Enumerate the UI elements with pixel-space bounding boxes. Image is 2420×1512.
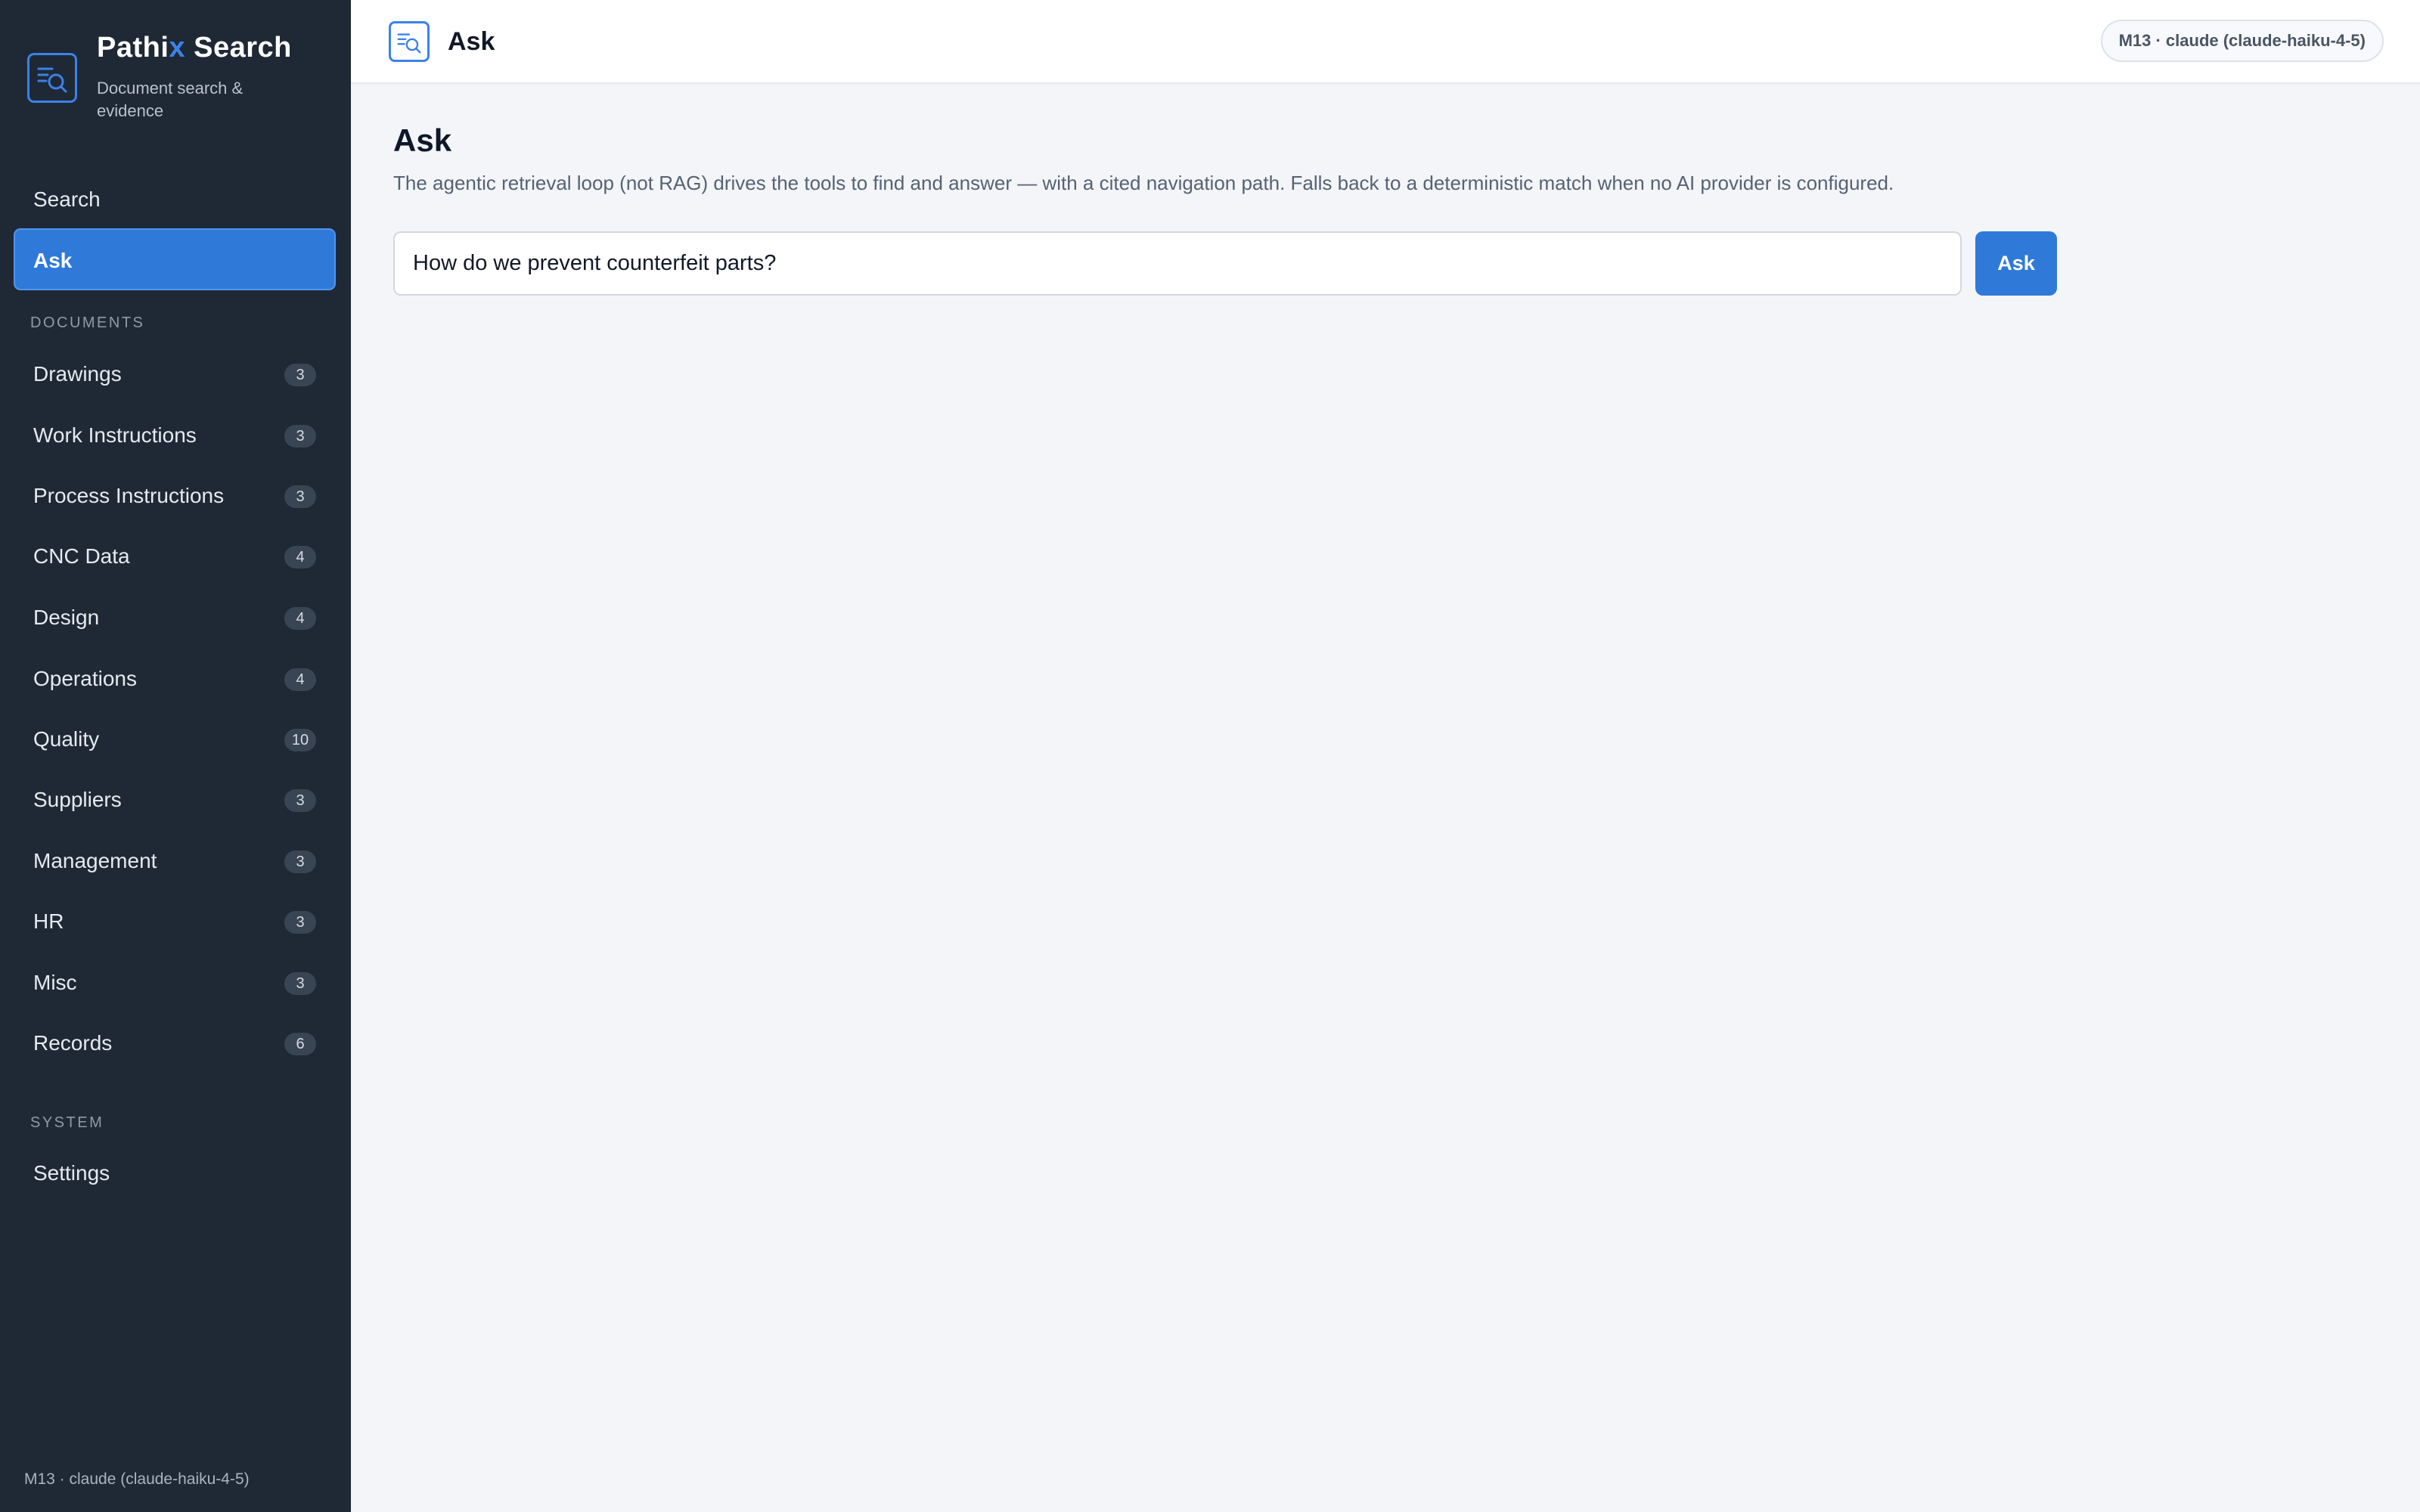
- ask-input[interactable]: [393, 231, 1962, 296]
- sidebar-item-label: Management: [33, 849, 157, 872]
- count-badge: 3: [284, 425, 316, 448]
- sidebar-item-drawings[interactable]: Drawings 3: [14, 343, 336, 405]
- sidebar-item-label: Quality: [33, 727, 100, 751]
- sidebar-item-label: Settings: [33, 1161, 110, 1185]
- count-badge: 3: [284, 911, 316, 934]
- sidebar-item-suppliers[interactable]: Suppliers 3: [14, 769, 336, 831]
- app-title-main: Pathi: [97, 32, 169, 64]
- sidebar-item-ask[interactable]: Ask: [14, 228, 336, 290]
- sidebar-item-cnc-data[interactable]: CNC Data 4: [14, 525, 336, 587]
- sidebar-item-label: CNC Data: [33, 544, 130, 568]
- count-badge: 3: [284, 972, 316, 995]
- count-badge: 3: [284, 364, 316, 386]
- app-title: Pathix Search: [97, 32, 292, 64]
- sidebar-item-records[interactable]: Records 6: [14, 1012, 336, 1074]
- sidebar-item-label: Suppliers: [33, 788, 122, 811]
- sidebar-item-hr[interactable]: HR 3: [14, 891, 336, 953]
- ask-button[interactable]: Ask: [1975, 231, 2057, 296]
- count-badge: 3: [284, 789, 316, 812]
- count-badge: 3: [284, 850, 316, 873]
- sidebar-item-label: Misc: [33, 971, 77, 994]
- sidebar-item-label: Operations: [33, 667, 137, 690]
- sidebar-item-label: Process Instructions: [33, 484, 225, 507]
- app-subtitle: Document search & evidence: [97, 79, 244, 120]
- sidebar-item-label: Search: [33, 187, 101, 211]
- sidebar-item-label: Drawings: [33, 362, 122, 386]
- sidebar-item-settings[interactable]: Settings: [14, 1142, 336, 1204]
- topbar-title: Ask: [448, 27, 495, 56]
- count-badge: 6: [284, 1033, 316, 1055]
- brand: Pathix Search Document search & evidence: [27, 32, 345, 130]
- app-title-accent: x: [169, 32, 186, 64]
- documents-section-label: DOCUMENTS: [30, 314, 145, 331]
- app-root: Pathix Search Document search & evidence…: [0, 0, 2420, 1512]
- sidebar-item-label: Design: [33, 606, 100, 629]
- page-title: Ask: [393, 122, 452, 158]
- sidebar-item-process-instructions[interactable]: Process Instructions 3: [14, 465, 336, 527]
- search-document-icon: [389, 21, 430, 62]
- count-badge: 10: [284, 729, 316, 751]
- sidebar-item-quality[interactable]: Quality 10: [14, 708, 336, 770]
- sidebar-item-management[interactable]: Management 3: [14, 830, 336, 892]
- sidebar-footer-model: M13 · claude (claude-haiku-4-5): [24, 1470, 250, 1488]
- count-badge: 4: [284, 546, 316, 569]
- sidebar: Pathix Search Document search & evidence…: [0, 0, 351, 1512]
- sidebar-item-label: Records: [33, 1031, 113, 1055]
- sidebar-item-label: HR: [33, 909, 64, 933]
- sidebar-item-design[interactable]: Design 4: [14, 587, 336, 649]
- search-document-icon: [27, 53, 77, 103]
- sidebar-item-operations[interactable]: Operations 4: [14, 648, 336, 710]
- page-description: The agentic retrieval loop (not RAG) dri…: [393, 172, 1894, 194]
- topbar: Ask M13 · claude (claude-haiku-4-5): [351, 0, 2420, 84]
- model-badge: M13 · claude (claude-haiku-4-5): [2100, 20, 2384, 62]
- sidebar-item-label: Ask: [33, 249, 73, 272]
- app-title-rest: Search: [185, 32, 292, 64]
- count-badge: 4: [284, 668, 316, 691]
- sidebar-item-label: Work Instructions: [33, 423, 197, 447]
- count-badge: 4: [284, 607, 316, 630]
- count-badge: 3: [284, 485, 316, 508]
- sidebar-item-misc[interactable]: Misc 3: [14, 952, 336, 1014]
- sidebar-item-search[interactable]: Search: [14, 169, 336, 231]
- sidebar-item-work-instructions[interactable]: Work Instructions 3: [14, 404, 336, 466]
- system-section-label: SYSTEM: [30, 1114, 104, 1131]
- main-content: Ask M13 · claude (claude-haiku-4-5) Ask …: [351, 0, 2420, 1512]
